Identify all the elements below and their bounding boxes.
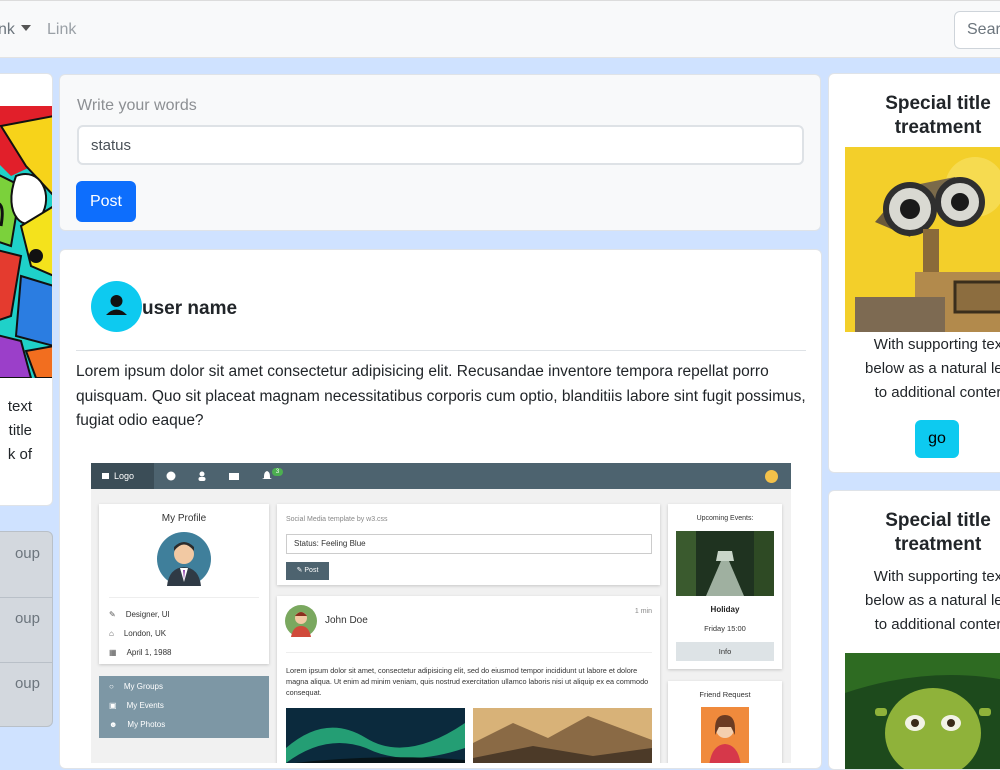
- notification-badge: 3: [272, 468, 283, 476]
- abstract-art-image: [0, 106, 52, 378]
- list-group-item[interactable]: oup: [15, 610, 40, 627]
- card-text-line: to additional conter: [874, 384, 1000, 401]
- menu-item-events[interactable]: ▣ My Events: [109, 701, 164, 710]
- mountains-image: [473, 708, 652, 763]
- profile-divider: [109, 597, 259, 598]
- home-icon: [102, 473, 109, 479]
- search-input[interactable]: [954, 11, 1000, 49]
- profile-birthday: ▦ April 1, 1988: [109, 648, 171, 657]
- menu-events-label: My Events: [126, 701, 164, 710]
- robot-image: [845, 147, 1000, 332]
- list-group-item[interactable]: oup: [15, 545, 40, 562]
- w3-events-card: Upcoming Events: Holiday Friday 15:00 In…: [668, 504, 782, 669]
- card-text-line: to additional conter: [874, 616, 1000, 633]
- pencil-icon: ✎: [109, 610, 116, 619]
- menu-groups-label: My Groups: [123, 682, 163, 691]
- envelope-icon: [229, 473, 239, 480]
- w3-post-label: Post: [304, 567, 319, 574]
- calendar-icon: ▣: [109, 701, 117, 710]
- friend-request-title: Friend Request: [699, 690, 751, 699]
- w3-avatar: [765, 470, 778, 483]
- friend-avatar: [701, 707, 749, 763]
- post-button[interactable]: Post: [76, 181, 136, 222]
- menu-item-groups[interactable]: ○ My Groups: [109, 682, 163, 691]
- w3-post-text: Lorem ipsum dolor sit amet, consectetur …: [286, 666, 649, 697]
- card-text-line: With supporting tex: [873, 336, 1000, 353]
- post-author: John Doe: [325, 615, 368, 626]
- w3-post-divider: [286, 652, 652, 653]
- card-title-line: Special title: [885, 93, 991, 114]
- go-button[interactable]: go: [915, 420, 959, 458]
- forest-bridge-image: [676, 531, 774, 596]
- nav-link[interactable]: Link: [47, 21, 76, 39]
- post-time: 1 min: [634, 608, 652, 615]
- card-text-line: k of: [7, 446, 32, 463]
- list-group-item[interactable]: oup: [15, 675, 40, 692]
- post-screenshot-image: Logo 3 My Profile ✎ Designer, UI ⌂ London,…: [91, 463, 791, 763]
- post-body: Lorem ipsum dolor sit amet consectetur a…: [76, 363, 806, 429]
- profile-birthday-text: April 1, 1988: [126, 648, 172, 657]
- card-title-line: treatment: [894, 534, 982, 555]
- card-title-line: treatment: [894, 117, 982, 138]
- menu-photos-label: My Photos: [127, 720, 166, 729]
- john-doe-avatar: [285, 605, 317, 637]
- left-list-group: oup oup oup: [0, 531, 53, 727]
- birthday-cake-icon: ▦: [109, 648, 117, 657]
- left-image-card: text title k of: [0, 73, 53, 506]
- w3-logo-tab: Logo: [91, 463, 154, 489]
- profile-role-text: Designer, UI: [125, 610, 170, 619]
- user-icon: [106, 295, 127, 315]
- events-title: Upcoming Events:: [696, 515, 754, 522]
- post-divider: [76, 350, 806, 351]
- nav-dropdown-label: nk: [0, 21, 15, 38]
- event-time: Friday 15:00: [704, 624, 746, 633]
- user-icon: [198, 471, 206, 481]
- avatar[interactable]: [91, 281, 142, 332]
- aurora-image: [286, 708, 465, 763]
- post-form-card: Write your words Post: [59, 74, 821, 231]
- card-text-line: below as a natural lea: [865, 360, 1000, 377]
- circle-icon: ○: [109, 682, 114, 691]
- event-name: Holiday: [710, 605, 740, 614]
- card-text-line: text: [7, 398, 32, 415]
- w3-post-card: John Doe 1 min Lorem ipsum dolor sit ame…: [277, 596, 660, 763]
- card-title-line: Special title: [885, 510, 991, 531]
- profile-location: ⌂ London, UK: [109, 629, 166, 638]
- post-card: user name Lorem ipsum dolor sit amet con…: [59, 249, 822, 769]
- w3-logo-text: Logo: [114, 471, 135, 481]
- post-username[interactable]: user name: [142, 298, 237, 320]
- w3-post-button: ✎ Post: [286, 562, 329, 580]
- card-text-line: With supporting tex: [873, 568, 1000, 585]
- profile-role: ✎ Designer, UI: [109, 610, 170, 619]
- w3-top-bar: Logo 3: [91, 463, 791, 489]
- right-special-card-2: Special title treatment With supporting …: [828, 490, 1000, 770]
- home-icon: ⌂: [109, 629, 114, 638]
- w3-sidebar-menu: ○ My Groups ▣ My Events ☻ My Photos: [99, 676, 269, 738]
- info-button: Info: [676, 642, 774, 661]
- top-navbar: nk Link: [0, 0, 1000, 58]
- ogre-image: [845, 653, 1000, 769]
- profile-avatar: [157, 532, 211, 586]
- template-label: Social Media template by w3.css: [286, 516, 388, 523]
- globe-icon: [166, 471, 176, 481]
- nav-dropdown-toggle[interactable]: nk: [0, 21, 31, 39]
- w3-friend-request-card: Friend Request: [668, 681, 782, 763]
- card-text-line: title: [8, 422, 32, 439]
- right-special-card: Special title treatment With supporting …: [828, 73, 1000, 473]
- w3-status-input: Status: Feeling Blue: [286, 534, 652, 554]
- menu-item-photos[interactable]: ☻ My Photos: [109, 720, 165, 729]
- w3-status-card: Social Media template by w3.css Status: …: [277, 504, 660, 585]
- caret-down-icon: [20, 25, 31, 31]
- bell-icon: [262, 471, 272, 479]
- status-input[interactable]: [77, 125, 804, 165]
- profile-location-text: London, UK: [123, 629, 167, 638]
- post-form-label: Write your words: [77, 97, 197, 114]
- users-icon: ☻: [109, 720, 118, 729]
- list-divider: [0, 662, 52, 663]
- card-text-line: below as a natural lea: [865, 592, 1000, 609]
- profile-title: My Profile: [161, 513, 207, 524]
- w3-profile-card: My Profile ✎ Designer, UI ⌂ London, UK ▦ Ap…: [99, 504, 269, 664]
- list-divider: [0, 597, 52, 598]
